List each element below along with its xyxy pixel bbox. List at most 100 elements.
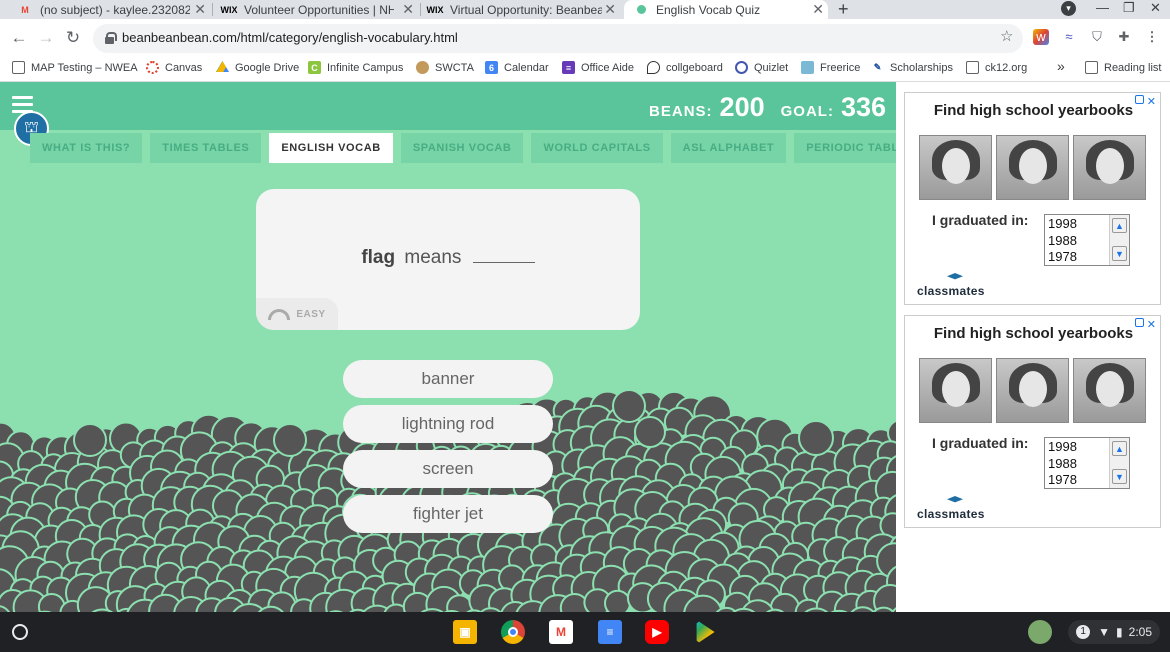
extension-w-icon[interactable]: w (1033, 29, 1049, 45)
answer-option-3[interactable]: screen (343, 450, 553, 488)
ad-title: Find high school yearbooks (933, 102, 1134, 119)
bookmark-ck12[interactable]: ck12.org (966, 61, 1027, 74)
tab-strip: M (no subject) - kaylee.232082@n ✕ WIX V… (0, 0, 1170, 19)
tab-periodic-table[interactable]: PERIODIC TABLE (794, 133, 896, 163)
close-tab-icon[interactable]: ✕ (812, 1, 824, 18)
tab-world-capitals[interactable]: WORLD CAPITALS (531, 133, 663, 163)
drive-icon (216, 61, 229, 73)
minimize-icon[interactable]: — (1096, 0, 1109, 15)
bookmark-scholarships[interactable]: ✎ Scholarships (871, 61, 953, 74)
answer-option-4[interactable]: fighter jet (343, 495, 553, 533)
bookmark-map-testing[interactable]: MAP Testing – NWEA (12, 61, 138, 74)
menu-kebab-icon[interactable]: ⋮ (1144, 29, 1160, 45)
bean-ball (273, 423, 307, 457)
category-tabs: WHAT IS THIS? TIMES TABLES ENGLISH VOCAB… (30, 133, 896, 163)
classroom-icon[interactable]: ▣ (453, 620, 477, 644)
chrome-icon[interactable] (501, 620, 525, 644)
swcta-icon (416, 61, 429, 74)
year-scrollbar[interactable]: ▲ ▼ (1109, 438, 1129, 488)
bean-ball (634, 416, 666, 448)
clock-time: 2:05 (1128, 625, 1152, 639)
gmail-icon: M (21, 4, 29, 15)
browser-tab-volunteer[interactable]: WIX Volunteer Opportunities | NHS ✕ (214, 0, 418, 19)
bookmark-label: SWCTA (435, 61, 474, 74)
docs-icon[interactable]: ≡ (598, 620, 622, 644)
youtube-icon[interactable]: ▶ (645, 620, 669, 644)
bookmark-infinite-campus[interactable]: C Infinite Campus (308, 61, 403, 74)
difficulty-label: EASY (296, 308, 326, 320)
bookmark-freerice[interactable]: Freerice (801, 61, 860, 74)
bookmarks-overflow-button[interactable]: » (1057, 58, 1065, 74)
back-icon[interactable]: ← (9, 28, 29, 48)
bean-ball (604, 589, 631, 612)
yearbook-photo (1073, 135, 1146, 200)
yearbook-photo (996, 358, 1069, 423)
status-tray[interactable]: 1 ▼ ▮ 2:05 (1068, 620, 1160, 644)
address-bar[interactable]: beanbeanbean.com/html/category/english-v… (93, 24, 1023, 53)
game-header: BEANS: 200 GOAL: 336 (0, 82, 896, 130)
reading-list-icon (1085, 61, 1098, 74)
user-avatar[interactable] (1028, 620, 1052, 644)
reload-icon[interactable]: ↻ (63, 28, 83, 48)
close-tab-icon[interactable]: ✕ (402, 1, 414, 18)
answer-option-2[interactable]: lightning rod (343, 405, 553, 443)
yearbook-photo (919, 135, 992, 200)
tab-divider (212, 3, 213, 16)
url-text: beanbeanbean.com/html/category/english-v… (122, 30, 458, 45)
beans-value: 200 (719, 92, 765, 122)
extension-wave-icon[interactable]: ≈ (1061, 29, 1077, 45)
tab-search-icon[interactable]: ▾ (1061, 1, 1076, 16)
play-store-icon[interactable] (696, 620, 715, 644)
browser-tab-virtual[interactable]: WIX Virtual Opportunity: Beanbeanbe ✕ (422, 0, 620, 19)
tab-spanish-vocab[interactable]: SPANISH VOCAB (400, 133, 524, 163)
graduation-year-select[interactable]: 1998 1988 1978 ▲ ▼ (1044, 437, 1130, 489)
classmates-ad[interactable]: ✕ Find high school yearbooks I graduated… (904, 92, 1161, 305)
graduation-year-select[interactable]: 1998 1988 1978 ▲ ▼ (1044, 214, 1130, 266)
classmates-ad[interactable]: ✕ Find high school yearbooks I graduated… (904, 315, 1161, 528)
collegeboard-icon (647, 61, 660, 74)
tab-what-is-this[interactable]: WHAT IS THIS? (30, 133, 143, 163)
ad-title: Find high school yearbooks (933, 325, 1134, 342)
yearbook-photo (1073, 358, 1146, 423)
close-window-icon[interactable]: ✕ (1150, 0, 1161, 16)
bookmark-google-drive[interactable]: Google Drive (216, 61, 299, 74)
scroll-up-icon[interactable]: ▲ (1112, 218, 1127, 233)
tab-times-tables[interactable]: TIMES TABLES (150, 133, 262, 163)
bookmark-quizlet[interactable]: Quizlet (735, 61, 788, 74)
graduated-label: I graduated in: (932, 435, 1029, 451)
launcher-icon[interactable] (12, 624, 28, 640)
quizlet-icon (735, 61, 748, 74)
browser-tab-active[interactable]: English Vocab Quiz ✕ (624, 0, 828, 19)
close-tab-icon[interactable]: ✕ (194, 1, 206, 18)
question-text: flag means (256, 247, 640, 269)
bookmark-label: Canvas (165, 61, 203, 74)
scroll-up-icon[interactable]: ▲ (1112, 441, 1127, 456)
reading-list-button[interactable]: Reading list (1085, 61, 1161, 74)
forward-icon[interactable]: → (36, 28, 56, 48)
bookmark-label: Calendar (504, 61, 549, 74)
bookmark-calendar[interactable]: 6 Calendar (485, 61, 549, 74)
bookmark-office-aide[interactable]: ≡ Office Aide (562, 61, 634, 74)
restore-icon[interactable]: ❐ (1123, 0, 1135, 16)
shield-icon[interactable]: ⛉ (1089, 29, 1105, 45)
year-scrollbar[interactable]: ▲ ▼ (1109, 215, 1129, 265)
scroll-down-icon[interactable]: ▼ (1112, 246, 1127, 261)
classmates-logo: classmates (917, 507, 985, 521)
close-tab-icon[interactable]: ✕ (604, 1, 616, 18)
browser-toolbar: ← → ↻ beanbeanbean.com/html/category/eng… (0, 19, 1170, 57)
bookmark-collgeboard[interactable]: collgeboard (647, 61, 723, 74)
tab-english-vocab[interactable]: ENGLISH VOCAB (269, 133, 393, 163)
tab-title: Volunteer Opportunities | NHS (244, 2, 394, 17)
extensions-puzzle-icon[interactable]: ✚ (1116, 29, 1132, 45)
answer-option-1[interactable]: banner (343, 360, 553, 398)
bookmark-swcta[interactable]: SWCTA (416, 61, 474, 74)
bookmark-canvas[interactable]: Canvas (146, 61, 202, 74)
browser-tab-gmail[interactable]: M (no subject) - kaylee.232082@n ✕ (0, 0, 210, 19)
tab-asl-alphabet[interactable]: ASL ALPHABET (670, 133, 787, 163)
folder-icon (12, 61, 25, 74)
scroll-down-icon[interactable]: ▼ (1112, 469, 1127, 484)
gmail-icon[interactable]: M (549, 620, 573, 644)
bookmark-star-icon[interactable]: ☆ (1000, 27, 1013, 45)
bookmark-label: Office Aide (581, 61, 634, 74)
new-tab-button[interactable]: + (838, 0, 849, 20)
